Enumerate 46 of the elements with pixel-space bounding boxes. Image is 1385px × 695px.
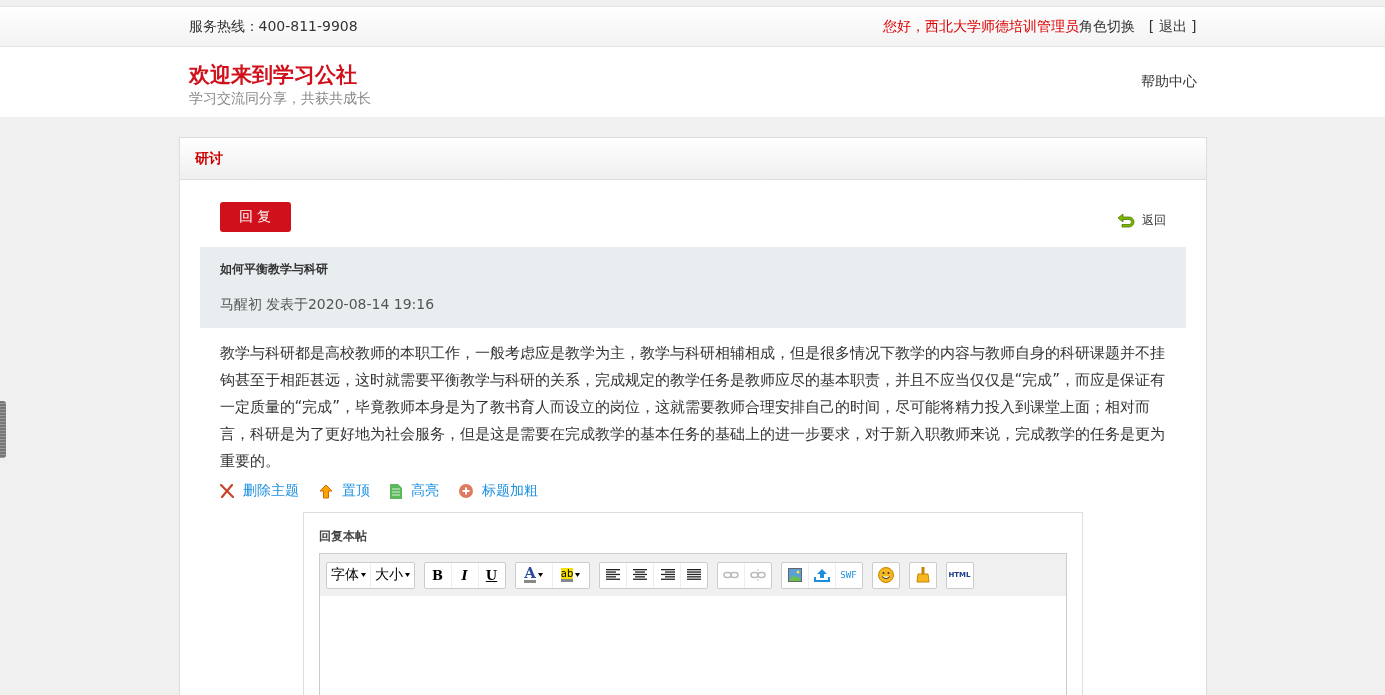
editor-label: 回复本帖	[318, 528, 368, 545]
reply-button[interactable]: 回 复	[219, 202, 291, 232]
align-center-icon	[631, 569, 648, 581]
flash-button[interactable]: SWF	[834, 562, 862, 588]
align-left-icon	[604, 569, 621, 581]
side-handle[interactable]	[0, 401, 6, 458]
site-title: 欢迎来到学习公社	[188, 62, 358, 89]
post-meta: 马醒初 发表于2020-08-14 19:16	[219, 296, 436, 314]
greeting-text: 您好，西北大学师德培训管理员	[882, 17, 1079, 36]
align-right-icon	[658, 569, 675, 581]
upload-icon	[813, 568, 830, 582]
caret-icon	[360, 573, 366, 577]
justify-icon	[685, 569, 702, 581]
highlight-button[interactable]: ab	[551, 562, 589, 588]
plus-circle-icon	[458, 484, 473, 498]
font-color-button[interactable]: A	[515, 562, 552, 588]
dropdown-button[interactable]: 大小	[369, 562, 414, 588]
post-title: 如何平衡教学与科研	[219, 261, 329, 277]
action-link[interactable]: 高亮	[410, 482, 439, 500]
help-center-link[interactable]: 帮助中心	[1140, 73, 1197, 91]
broom-icon	[915, 567, 930, 583]
action-link[interactable]: 删除主题	[242, 482, 299, 500]
smiley-icon	[877, 567, 894, 583]
caret-icon	[537, 573, 543, 577]
hotline-text: 服务热线：400-811-9908	[188, 17, 358, 36]
panel-title: 研讨	[194, 149, 223, 168]
italic-button[interactable]: I	[450, 562, 478, 588]
post-body: 教学与科研都是高校教师的本职工作，一般考虑应是教学为主，教学与科研相辅相成，但是很多情况下教学的内容与教师自身的科研课题并不挂钩甚至于相距甚远，这时就需要平衡教学与科研的关系，完成规定的教学任务是教师应尽的基本职责，并且不应当仅仅是“完成”，而应是保证有一定质量的“完成”，毕竟教师本身是为了教书育人而设立的岗位，这就需要教师合理安排自己的时间，尽可能将精力投入到课堂上面；相对而言，科研是为了更好地为社会服务，但是这是需要在完成教学的基本任务的基础上的进一步要求，对于新入职教师来说，完成教学的任务是更为重要的。	[219, 343, 1166, 472]
picture-icon	[787, 568, 802, 582]
back-link[interactable]: 返回	[1141, 211, 1166, 229]
caret-icon	[404, 573, 410, 577]
action-link[interactable]: 标题加粗	[481, 482, 538, 500]
up-arrow-icon	[318, 483, 333, 499]
dropdown-button[interactable]: 字体	[326, 562, 370, 588]
underline-button[interactable]: U	[477, 562, 505, 588]
role-switch-link[interactable]: 角色切换	[1078, 17, 1135, 36]
chain-link-icon	[749, 569, 766, 581]
chain-link-icon	[722, 569, 739, 581]
logout-link[interactable]: [ 退出 ]	[1148, 17, 1197, 36]
action-link[interactable]: 置顶	[341, 482, 370, 500]
document-icon	[389, 483, 402, 499]
cross-icon	[219, 484, 234, 498]
bold-button[interactable]: B	[424, 562, 451, 588]
return-arrow-icon	[1116, 212, 1135, 228]
caret-icon	[575, 573, 581, 577]
site-slogan: 学习交流同分享，共获共成长	[188, 89, 371, 107]
